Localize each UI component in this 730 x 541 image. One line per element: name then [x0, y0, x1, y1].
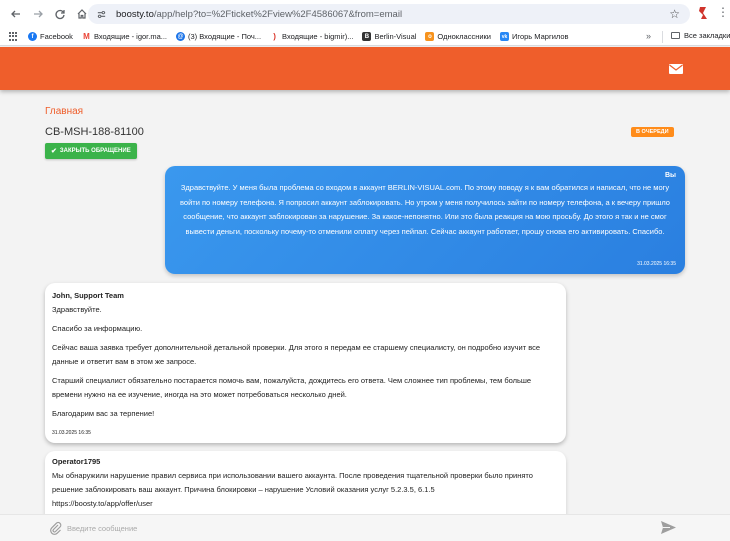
apps-grid-icon[interactable] [9, 32, 18, 41]
bookmark-label: Игорь Маргилов [512, 32, 569, 41]
message-paragraph: Спасибо за информацию. [52, 324, 143, 333]
bookmark-vk[interactable]: vk Игорь Маргилов [500, 32, 569, 41]
send-icon[interactable] [661, 521, 676, 534]
bookmark-label: Входящие - bigmir)... [282, 32, 354, 41]
extension-icon[interactable] [697, 6, 709, 20]
message-author: Operator1795 [52, 457, 101, 466]
message-paragraph: Благодарим вас за терпение! [52, 409, 155, 418]
bookmark-label: Входящие - igor.ma... [93, 32, 168, 41]
app-header [0, 47, 730, 90]
bookmarks-more-icon[interactable]: » [646, 31, 651, 41]
folder-icon [671, 32, 680, 39]
message-greeting: Здравствуйте. [52, 305, 102, 314]
bookmark-odnoklassniki[interactable]: o Одноклассники [425, 32, 491, 41]
breadcrumb-home-link[interactable]: Главная [45, 106, 83, 117]
gmail-icon: M [83, 32, 90, 41]
message-text: Мы обнаружили нарушение правил сервиса п… [52, 471, 533, 494]
bookmark-label: (3) Входящие - Поч... [188, 32, 262, 41]
url-host: boosty.to [116, 8, 154, 20]
ticket-id: CB-MSH-188-81100 [45, 126, 144, 138]
bigmir-icon: ) [273, 32, 276, 41]
odnoklassniki-icon: o [425, 32, 435, 41]
envelope-icon[interactable] [669, 64, 683, 74]
bookmark-mail[interactable]: @ (3) Входящие - Поч... [176, 32, 261, 41]
address-bar[interactable]: boosty.to/app/help?to=%2Fticket%2Fview%2… [88, 4, 690, 24]
close-ticket-button[interactable]: ✔ ЗАКРЫТЬ ОБРАЩЕНИЕ [45, 143, 137, 159]
forward-icon[interactable] [28, 4, 48, 24]
all-bookmarks[interactable]: Все закладки [671, 31, 730, 40]
message-paragraph: Старший специалист обязательно постарает… [52, 376, 532, 399]
all-bookmarks-label: Все закладки [684, 31, 730, 40]
bookmark-label: Facebook [40, 32, 73, 41]
url-path: /app/help?to=%2Fticket%2Fview%2F4586067&… [153, 8, 403, 20]
bookmark-label: Одноклассники [437, 32, 491, 41]
message-author: John, Support Team [52, 291, 124, 300]
bookmark-label: Berlin-Visual [374, 32, 417, 41]
message-time: 31.03.2025 16:35 [637, 261, 676, 267]
message-text: Здравствуйте. У меня была проблема со вх… [180, 183, 670, 236]
check-icon: ✔ [51, 148, 57, 155]
message-paragraph: Сейчас ваша заявка требует дополнительно… [52, 343, 541, 366]
offer-link[interactable]: https://boosty.to/app/offer/user [52, 497, 559, 511]
message-time: 31.03.2025 16:35 [52, 430, 91, 436]
facebook-icon: f [28, 32, 37, 41]
message-author: Вы [664, 172, 676, 179]
bookmark-berlin-visual[interactable]: B Berlin-Visual [362, 32, 416, 41]
bookmarks-bar: f Facebook M Входящие - igor.ma... @ (3) Вх… [0, 28, 730, 46]
url-text[interactable]: boosty.to/app/help?to=%2Fticket%2Fview%2… [116, 9, 402, 20]
berlin-visual-icon: B [362, 32, 372, 41]
browser-menu-icon[interactable]: ⋮ [717, 6, 729, 18]
back-icon[interactable] [6, 4, 26, 24]
mail-at-icon: @ [176, 32, 186, 41]
bookmark-facebook[interactable]: f Facebook [28, 32, 73, 41]
vk-icon: vk [500, 32, 509, 41]
bookmark-star-icon[interactable]: ☆ [669, 7, 680, 21]
site-settings-icon[interactable] [96, 8, 108, 20]
paperclip-icon[interactable] [49, 521, 63, 535]
bookmark-bigmir[interactable]: ) Входящие - bigmir)... [270, 32, 353, 41]
browser-toolbar: boosty.to/app/help?to=%2Fticket%2Fview%2… [0, 0, 730, 28]
support-message: John, Support Team Здравствуйте. Спасибо… [45, 283, 566, 443]
close-ticket-label: ЗАКРЫТЬ ОБРАЩЕНИЕ [59, 148, 131, 154]
user-message: Вы Здравствуйте. У меня была проблема со… [165, 166, 685, 274]
message-composer [0, 514, 730, 541]
operator-message: Operator1795 Мы обнаружили нарушение пра… [45, 451, 566, 521]
status-badge: В ОЧЕРЕДИ [631, 127, 674, 137]
message-input[interactable] [67, 521, 647, 535]
reload-icon[interactable] [50, 4, 70, 24]
bookmarks-divider [662, 31, 663, 43]
bookmark-gmail[interactable]: M Входящие - igor.ma... [82, 32, 167, 41]
